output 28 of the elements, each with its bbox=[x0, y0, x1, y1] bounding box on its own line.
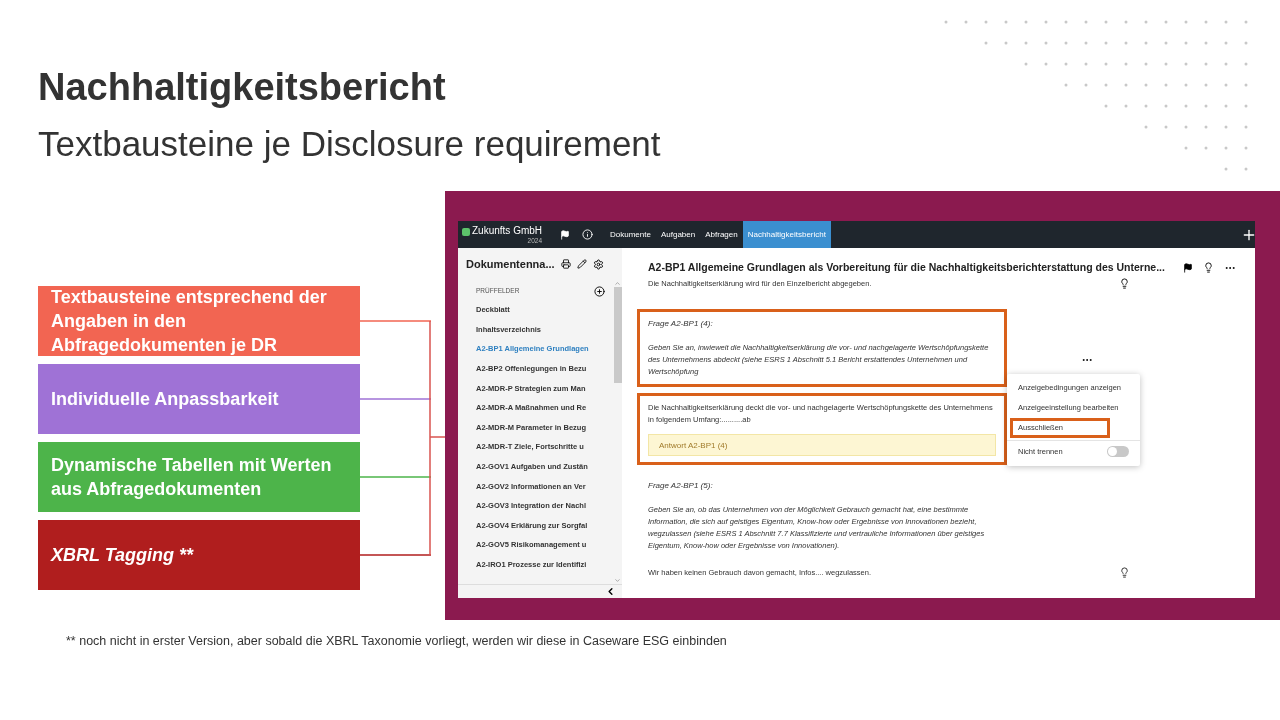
nav-tab[interactable]: Aufgaben bbox=[655, 221, 701, 248]
content-title: A2-BP1 Allgemeine Grundlagen als Vorbereitung für die Nachhaltigkeitsberichterstattung des Unterne... bbox=[648, 260, 1165, 275]
info-icon[interactable] bbox=[582, 229, 594, 240]
footnote: ** noch nicht in erster Version, aber sobald die XBRL Taxonomie vorliegt, werden wir diese in Caseware ESG einbinden bbox=[65, 633, 728, 650]
sidebar-title: Dokumentenna... bbox=[466, 256, 555, 272]
lightbulb-icon[interactable] bbox=[1202, 262, 1214, 274]
nav-tab[interactable]: Abfragen bbox=[700, 221, 743, 248]
question-label: Frage A2-BP1 (5): bbox=[648, 480, 714, 492]
company-name[interactable]: Zukunfts GmbH bbox=[472, 225, 543, 237]
pencil-icon[interactable] bbox=[576, 259, 587, 269]
feature-box: XBRL Tagging ** bbox=[38, 520, 360, 590]
nav-tab[interactable]: Dokumente bbox=[605, 221, 656, 248]
flag-icon[interactable] bbox=[1182, 262, 1193, 273]
feature-box: Individuelle Anpassbarkeit bbox=[38, 364, 360, 434]
answer-field[interactable]: Antwort A2-BP1 (4) bbox=[648, 434, 996, 456]
question-label: Frage A2-BP1 (4): bbox=[648, 318, 714, 330]
logo-icon bbox=[462, 228, 470, 236]
feature-box: Dynamische Tabellen mit Werten aus Abfragedokumenten bbox=[38, 442, 360, 512]
slide-subtitle: Textbausteine je Disclosure requirement bbox=[38, 123, 661, 165]
add-icon[interactable] bbox=[594, 285, 605, 297]
feature-box: Textbausteine entsprechend der Angaben in den Abfragedokumenten je DR bbox=[38, 286, 360, 356]
print-icon[interactable] bbox=[560, 259, 571, 269]
lightbulb-icon[interactable] bbox=[1119, 567, 1130, 579]
settings-icon[interactable] bbox=[592, 258, 604, 270]
flag-icon[interactable] bbox=[560, 229, 571, 240]
toggle-switch[interactable] bbox=[1107, 446, 1129, 457]
lightbulb-icon[interactable] bbox=[1119, 277, 1130, 289]
slide-title: Nachhaltigkeitsbericht bbox=[38, 65, 447, 110]
